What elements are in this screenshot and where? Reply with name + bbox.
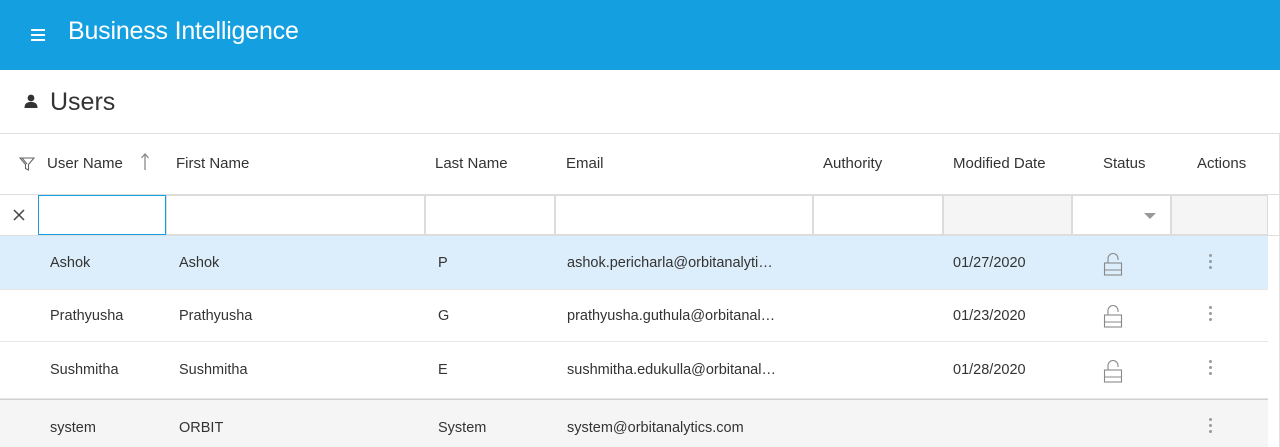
cell-first-name: ORBIT bbox=[179, 420, 224, 436]
chevron-down-icon bbox=[1144, 213, 1156, 219]
last-name-filter-input[interactable] bbox=[425, 195, 555, 235]
modified-date-filter-disabled bbox=[943, 195, 1072, 235]
cell-last-name: E bbox=[438, 362, 448, 378]
unlocked-padlock-icon[interactable] bbox=[1103, 359, 1123, 383]
cell-first-name: Ashok bbox=[179, 255, 220, 271]
cell-last-name: P bbox=[438, 255, 448, 271]
clear-filters-close-icon[interactable] bbox=[0, 195, 38, 235]
page-header: Users bbox=[0, 70, 1280, 134]
cell-username: Sushmitha bbox=[50, 362, 119, 378]
table-row[interactable]: Ashok Ashok P ashok.pericharla@orbitanal… bbox=[0, 236, 1268, 290]
cell-last-name: System bbox=[438, 420, 487, 436]
actions-filter-disabled bbox=[1171, 195, 1268, 235]
cell-username: system bbox=[50, 420, 96, 436]
column-header-authority[interactable]: Authority bbox=[823, 134, 882, 194]
column-header-actions: Actions bbox=[1197, 155, 1247, 172]
cell-email: prathyusha.guthula@orbitanal… bbox=[567, 308, 776, 324]
row-actions-kebab-icon[interactable] bbox=[1206, 358, 1216, 378]
cell-username: Prathyusha bbox=[50, 308, 124, 324]
cell-username: Ashok bbox=[50, 255, 91, 271]
cell-modified-date: 01/28/2020 bbox=[953, 362, 1026, 378]
status-filter-select[interactable] bbox=[1072, 195, 1171, 235]
row-actions-kebab-icon[interactable] bbox=[1206, 252, 1216, 272]
unlocked-padlock-icon[interactable] bbox=[1103, 304, 1123, 328]
email-filter-input[interactable] bbox=[555, 195, 813, 235]
column-header-user-name[interactable]: User Name bbox=[47, 134, 123, 194]
column-header-modified-date[interactable]: Modified Date bbox=[953, 134, 1046, 194]
authority-filter-input[interactable] bbox=[813, 195, 943, 235]
row-actions-kebab-icon[interactable] bbox=[1206, 304, 1216, 324]
cell-email: system@orbitanalytics.com bbox=[567, 420, 744, 436]
column-header-last-name[interactable]: Last Name bbox=[435, 134, 508, 194]
first-name-filter-input[interactable] bbox=[166, 195, 425, 235]
unlocked-padlock-icon[interactable] bbox=[1103, 252, 1123, 276]
page-title: Users bbox=[50, 88, 116, 116]
cell-modified-date: 01/23/2020 bbox=[953, 308, 1026, 324]
top-bar: Business Intelligence bbox=[0, 0, 1280, 70]
filter-icon[interactable] bbox=[19, 156, 35, 172]
table-row[interactable]: Sushmitha Sushmitha E sushmitha.edukulla… bbox=[0, 342, 1268, 399]
column-header-status[interactable]: Status bbox=[1103, 134, 1146, 194]
app-title: Business Intelligence bbox=[68, 17, 299, 45]
sort-ascending-icon[interactable] bbox=[140, 153, 150, 171]
cell-email: sushmitha.edukulla@orbitanal… bbox=[567, 362, 776, 378]
cell-first-name: Sushmitha bbox=[179, 362, 248, 378]
column-header-first-name[interactable]: First Name bbox=[176, 134, 249, 194]
row-actions-kebab-icon[interactable] bbox=[1206, 416, 1216, 436]
hamburger-menu-icon[interactable] bbox=[31, 29, 45, 41]
username-filter-input[interactable] bbox=[38, 195, 166, 235]
cell-last-name: G bbox=[438, 308, 450, 324]
grid-header-row: User Name First Name Last Name Email Aut… bbox=[0, 134, 1279, 195]
column-header-email[interactable]: Email bbox=[566, 134, 604, 194]
user-icon bbox=[24, 94, 38, 108]
table-row[interactable]: system ORBIT System system@orbitanalytic… bbox=[0, 399, 1268, 447]
cell-email: ashok.pericharla@orbitanalyti… bbox=[567, 255, 773, 271]
users-grid: User Name First Name Last Name Email Aut… bbox=[0, 133, 1280, 447]
cell-first-name: Prathyusha bbox=[179, 308, 253, 324]
table-row[interactable]: Prathyusha Prathyusha G prathyusha.guthu… bbox=[0, 290, 1268, 342]
cell-modified-date: 01/27/2020 bbox=[953, 255, 1026, 271]
filter-row bbox=[0, 195, 1279, 236]
